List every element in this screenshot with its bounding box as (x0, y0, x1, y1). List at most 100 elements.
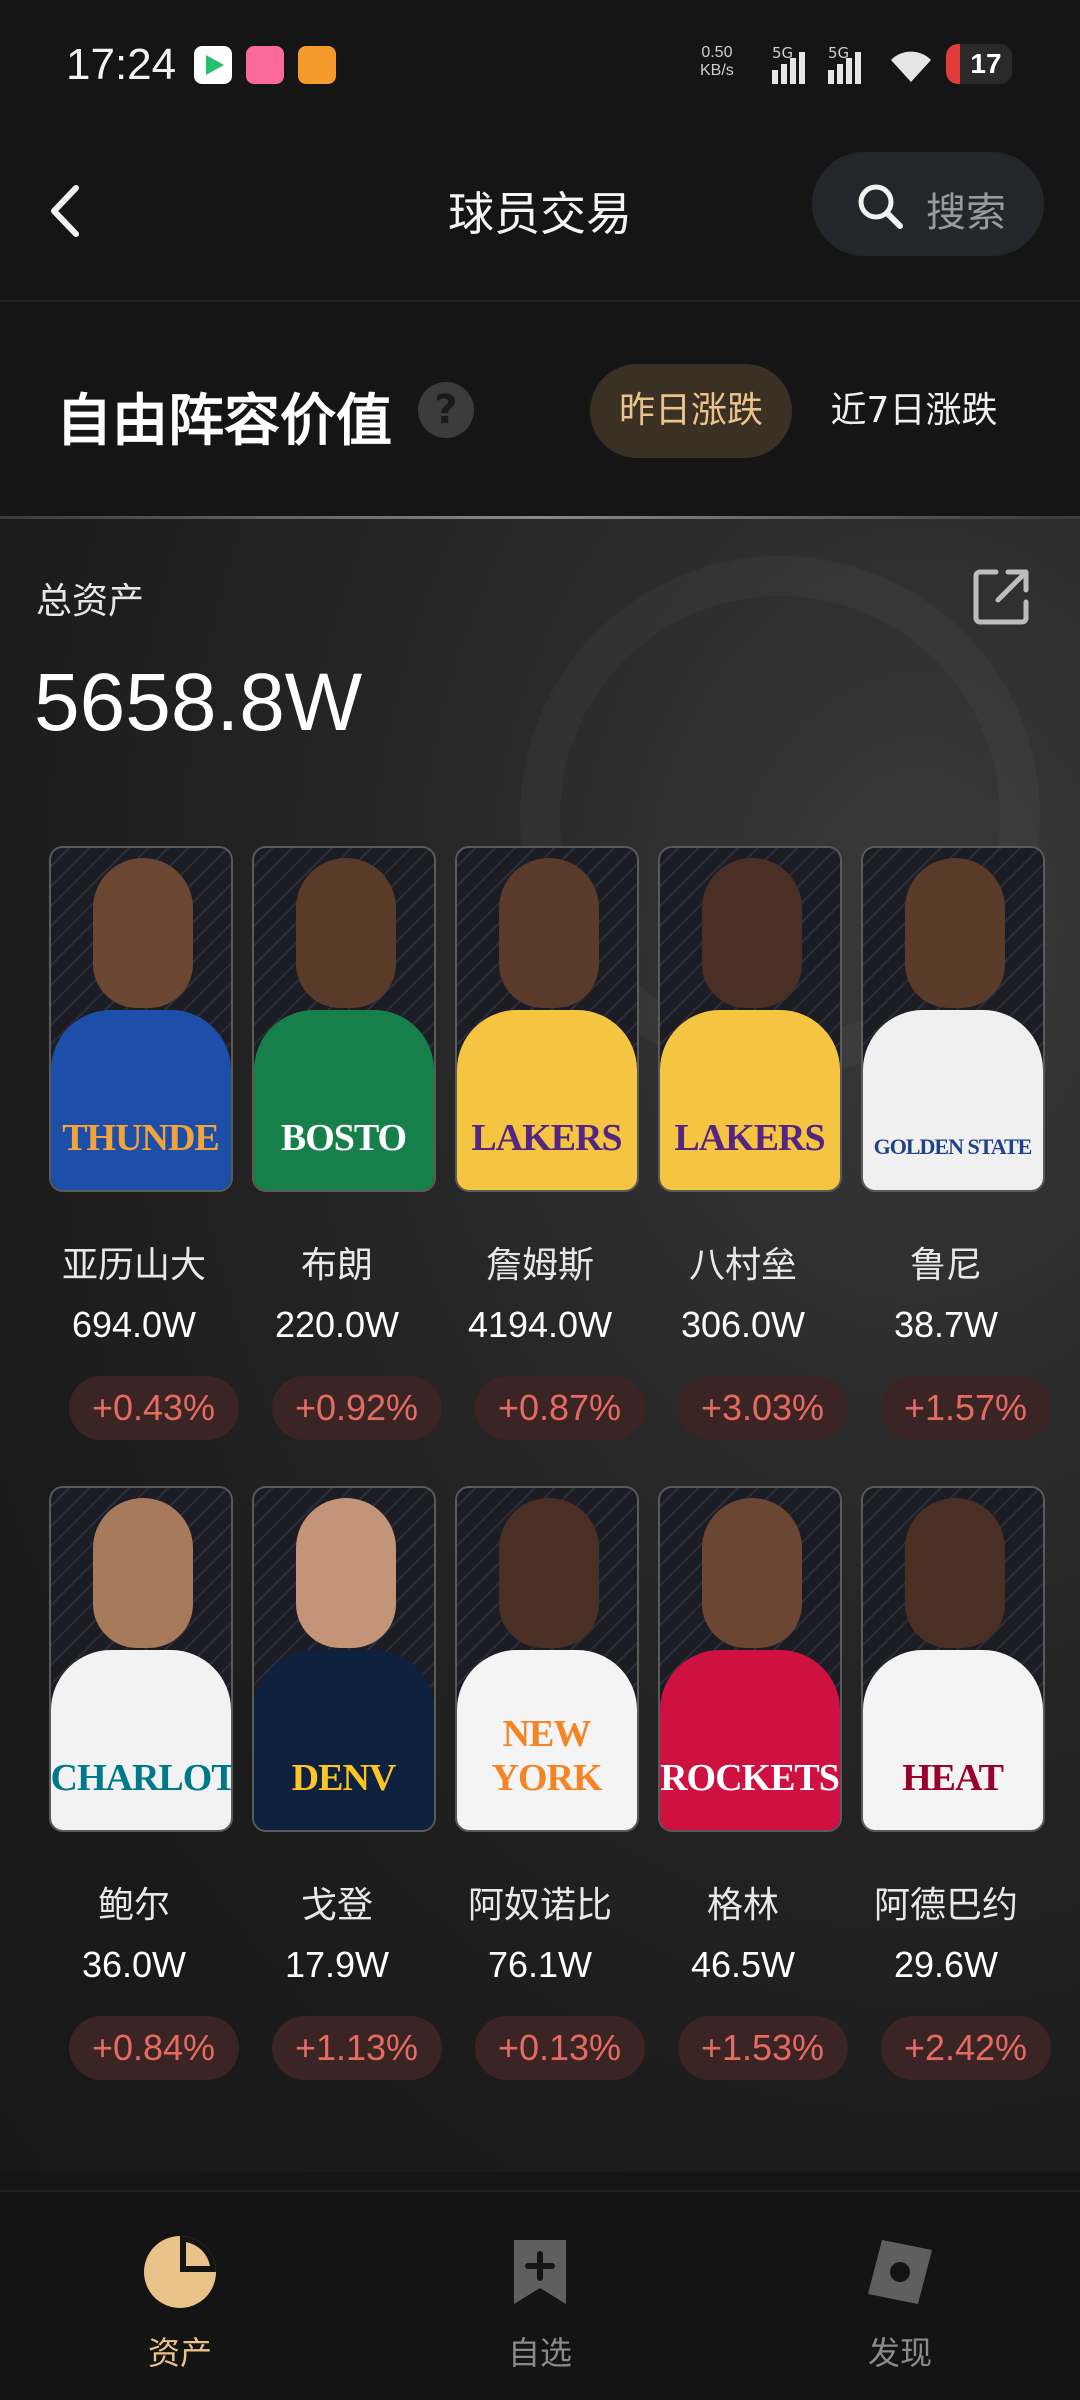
player-change-badge: +1.53% (677, 2016, 848, 2080)
bookmark-plus-icon (514, 2240, 566, 2304)
player-change-badge: +1.13% (271, 2016, 442, 2080)
jersey-text: NEW YORK (491, 1713, 603, 1799)
player-change-badge: +0.43% (68, 1376, 239, 1440)
player-value: 17.9W (284, 1944, 390, 1985)
player-card[interactable]: LAKERS 八村垒 306.0W +3.03% (642, 826, 848, 1466)
jersey-text: HEAT (902, 1757, 1004, 1799)
game-app-icon (298, 46, 336, 84)
player-card[interactable]: THUNDE 亚历山大 694.0W +0.43% (33, 826, 239, 1466)
pie-chart-icon (144, 2236, 216, 2308)
help-icon[interactable]: ? (418, 382, 474, 438)
nav-discover[interactable]: 发现 (800, 2232, 1000, 2382)
jersey-text: LAKERS (471, 1117, 622, 1159)
player-head (92, 858, 193, 1008)
jersey-text: ROCKETS (660, 1757, 839, 1799)
player-jersey: CHARLOTT (50, 1650, 231, 1830)
player-value: 4194.0W (467, 1304, 613, 1345)
player-value: 36.0W (81, 1944, 187, 1985)
player-value: 76.1W (487, 1944, 593, 1985)
total-assets-label: 总资产 (36, 581, 145, 622)
player-jersey: ROCKETS (659, 1650, 840, 1830)
bottom-nav: 资产 自选 发现 (0, 2190, 1080, 2400)
player-head (701, 1498, 802, 1648)
divider (0, 300, 1080, 302)
player-change-badge: +0.84% (68, 2016, 239, 2080)
player-head (498, 1498, 599, 1648)
player-photo: DENV (251, 1486, 436, 1832)
player-card[interactable]: LAKERS 詹姆斯 4194.0W +0.87% (439, 826, 645, 1466)
player-head (701, 858, 802, 1008)
status-time: 17:24 (66, 40, 177, 89)
player-card[interactable]: ROCKETS 格林 46.5W +1.53% (642, 1466, 848, 2106)
player-head (295, 1498, 396, 1648)
share-icon[interactable] (970, 566, 1032, 628)
tab-yesterday-change[interactable]: 昨日涨跌 (590, 364, 792, 458)
player-card[interactable]: CHARLOTT 鲍尔 36.0W +0.84% (33, 1466, 239, 2106)
player-jersey: BOSTO (253, 1010, 434, 1190)
player-change-badge: +2.42% (880, 2016, 1051, 2080)
network-speed-unit: KB/s (700, 62, 734, 79)
nav-watchlist[interactable]: 自选 (440, 2232, 640, 2382)
assets-card: 总资产 5658.8W THUNDE 亚历山大 694.0W +0.43% BOSTO 布… (0, 516, 1080, 2172)
player-photo: THUNDE (48, 846, 233, 1192)
player-photo: LAKERS (454, 846, 639, 1192)
player-name: 戈登 (300, 1885, 373, 1926)
player-card[interactable]: NEW YORK 阿奴诺比 76.1W +0.13% (439, 1466, 645, 2106)
player-photo: LAKERS (657, 846, 842, 1192)
player-jersey: LAKERS (456, 1010, 637, 1190)
player-change-badge: +3.03% (677, 1376, 848, 1440)
player-head (92, 1498, 193, 1648)
player-head (498, 858, 599, 1008)
player-card[interactable]: BOSTO 布朗 220.0W +0.92% (236, 826, 442, 1466)
player-head (295, 858, 396, 1008)
player-name: 布朗 (300, 1245, 373, 1286)
back-arrow-icon[interactable] (36, 176, 100, 246)
player-jersey: NEW YORK (456, 1650, 637, 1830)
player-card[interactable]: DENV 戈登 17.9W +1.13% (236, 1466, 442, 2106)
nav-watchlist-label: 自选 (507, 2334, 572, 2372)
signal-label: 5G (772, 44, 794, 62)
player-jersey: HEAT (862, 1650, 1043, 1830)
jersey-text: DENV (291, 1757, 397, 1799)
player-change-badge: +0.13% (474, 2016, 645, 2080)
network-speed: 0.50 KB/s (700, 44, 734, 80)
video-app-icon (194, 46, 232, 84)
player-change-badge: +0.87% (474, 1376, 645, 1440)
player-card[interactable]: HEAT 阿德巴约 29.6W +2.42% (845, 1466, 1051, 2106)
player-value: 46.5W (690, 1944, 796, 1985)
player-jersey: GOLDEN STATE (862, 1010, 1043, 1190)
player-jersey: DENV (253, 1650, 434, 1830)
search-button[interactable]: 搜索 (812, 152, 1044, 256)
player-photo: NEW YORK (454, 1486, 639, 1832)
player-change-badge: +0.92% (271, 1376, 442, 1440)
jersey-text: CHARLOTT (50, 1757, 231, 1799)
screen: 17:24 0.50 KB/s 5G 5G 17 球员交易 搜索 自由阵容价值 … (0, 0, 1080, 2400)
jersey-text: BOSTO (280, 1117, 407, 1159)
player-value: 306.0W (680, 1304, 806, 1345)
signal-icon: 5G (828, 44, 861, 84)
player-value: 29.6W (893, 1944, 999, 1985)
player-name: 鲍尔 (97, 1885, 170, 1926)
player-jersey: LAKERS (659, 1010, 840, 1190)
player-grid: THUNDE 亚历山大 694.0W +0.43% BOSTO 布朗 220.0W +0.92… (0, 826, 1080, 2106)
search-label: 搜索 (926, 190, 1006, 236)
player-change-badge: +1.57% (880, 1376, 1051, 1440)
jersey-text: THUNDE (62, 1117, 220, 1159)
nav-assets[interactable]: 资产 (80, 2232, 280, 2382)
network-speed-value: 0.50 (701, 44, 733, 61)
player-name: 亚历山大 (61, 1245, 206, 1286)
player-photo: HEAT (860, 1486, 1045, 1832)
player-value: 694.0W (71, 1304, 197, 1345)
nav-discover-label: 发现 (867, 2334, 932, 2372)
tab-7day-change[interactable]: 近7日涨跌 (814, 364, 1014, 458)
signal-icon: 5G (772, 44, 805, 84)
player-value: 38.7W (893, 1304, 999, 1345)
player-card[interactable]: GOLDEN STATE 鲁尼 38.7W +1.57% (845, 826, 1051, 1466)
player-name: 八村垒 (688, 1245, 797, 1286)
battery-level: 17 (970, 48, 1002, 79)
bilibili-app-icon (246, 46, 284, 84)
player-photo: CHARLOTT (48, 1486, 233, 1832)
nav-assets-label: 资产 (147, 2334, 212, 2372)
player-value: 220.0W (274, 1304, 400, 1345)
signal-label: 5G (828, 44, 850, 62)
